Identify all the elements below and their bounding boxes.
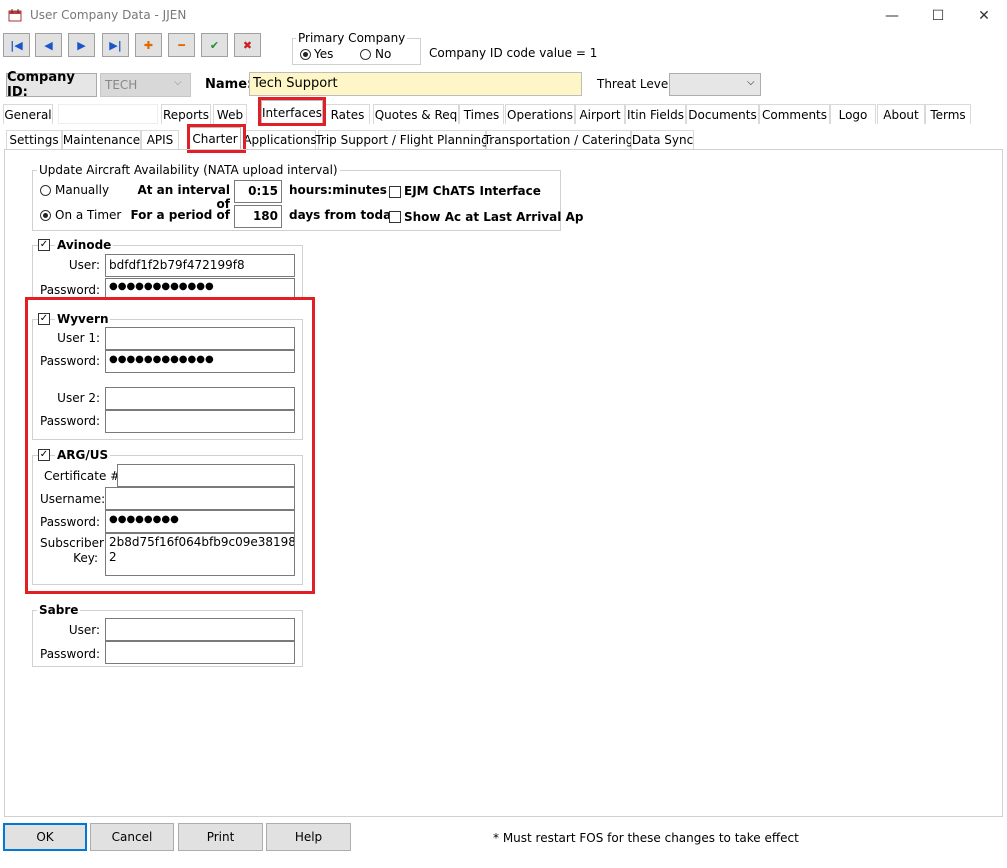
sabre-user-label: User: — [68, 623, 100, 637]
show-ac-checkbox[interactable] — [389, 211, 401, 223]
last-record-button[interactable]: ▶| — [102, 33, 129, 57]
sabre-password-label: Password: — [40, 647, 101, 661]
tab-logo[interactable]: Logo — [830, 104, 876, 124]
restart-note: * Must restart FOS for these changes to … — [493, 831, 799, 845]
company-id-select[interactable]: TECH ⌵ — [100, 73, 191, 97]
name-label: Name: — [205, 77, 253, 92]
subtab-maintenance[interactable]: Maintenance — [62, 130, 141, 149]
primary-yes-radio[interactable] — [300, 49, 311, 60]
tab-documents[interactable]: Documents — [686, 104, 759, 124]
tab-rates[interactable]: Rates — [325, 104, 370, 124]
show-ac-label: Show Ac at Last Arrival Ap — [404, 210, 584, 224]
tab-about[interactable]: About — [877, 104, 925, 124]
subtab-transportation[interactable]: Transportation / Catering — [484, 130, 633, 149]
delete-record-button[interactable]: ━ — [168, 33, 195, 57]
manually-radio[interactable] — [40, 185, 51, 196]
app-icon — [8, 8, 22, 22]
maximize-button[interactable]: ☐ — [915, 0, 961, 31]
cancel-button[interactable]: Cancel — [90, 823, 174, 851]
tab-comments[interactable]: Comments — [759, 104, 830, 124]
tab-operations[interactable]: Operations — [505, 104, 575, 124]
primary-no-label: No — [375, 47, 392, 61]
period-label: For a period of — [130, 208, 230, 222]
on-timer-radio[interactable] — [40, 210, 51, 221]
name-input[interactable]: Tech Support — [249, 72, 582, 96]
tab-terms[interactable]: Terms — [925, 104, 971, 124]
minimize-button[interactable]: — — [869, 0, 915, 31]
tab-times[interactable]: Times — [459, 104, 504, 124]
next-icon: ▶ — [77, 38, 86, 52]
last-icon: ▶| — [109, 38, 122, 52]
interval-unit: hours:minutes — [289, 183, 387, 197]
accept-button[interactable]: ✔ — [201, 33, 228, 57]
subtab-trip-support[interactable]: Trip Support / Flight Planning — [315, 130, 489, 149]
period-input[interactable]: 180 — [234, 205, 282, 228]
subtab-applications[interactable]: Applications — [243, 130, 317, 149]
avinode-title: Avinode — [55, 238, 114, 252]
previous-record-button[interactable]: ◀ — [35, 33, 62, 57]
manually-label: Manually — [55, 183, 110, 197]
avinode-checkbox[interactable]: ✓ — [38, 239, 50, 251]
highlight-wyvern-argus — [25, 297, 315, 594]
print-button[interactable]: Print — [178, 823, 263, 851]
help-button[interactable]: Help — [266, 823, 351, 851]
x-icon: ✖ — [242, 38, 253, 52]
tab-redacted[interactable] — [58, 104, 158, 124]
sabre-user-input[interactable] — [105, 618, 295, 641]
subtab-settings[interactable]: Settings — [6, 130, 62, 149]
on-timer-label: On a Timer — [55, 208, 122, 222]
interval-input[interactable]: 0:15 — [234, 180, 282, 203]
title-bar: User Company Data - JJEN — ☐ ✕ — [0, 0, 1007, 31]
plus-icon: ✚ — [143, 38, 154, 52]
close-window-button[interactable]: ✕ — [961, 0, 1007, 31]
primary-no-radio[interactable] — [360, 49, 371, 60]
ok-button[interactable]: OK — [3, 823, 87, 851]
interval-label: At an interval of — [137, 183, 230, 211]
company-id-label: Company ID: — [6, 70, 97, 100]
highlight-interfaces-tab — [258, 97, 326, 126]
tab-airport[interactable]: Airport — [575, 104, 625, 124]
first-icon: |◀ — [10, 38, 23, 52]
threat-level-select[interactable]: ⌵ — [669, 73, 761, 96]
avinode-user-input[interactable]: bdfdf1f2b79f472199f8 — [105, 254, 295, 277]
minus-icon: ━ — [178, 38, 185, 52]
sabre-password-input[interactable] — [105, 641, 295, 664]
sabre-title: Sabre — [37, 603, 81, 617]
tab-reports[interactable]: Reports — [161, 104, 211, 124]
next-record-button[interactable]: ▶ — [68, 33, 95, 57]
company-id-code-text: Company ID code value = 1 — [429, 46, 598, 60]
company-id-value: TECH — [105, 78, 138, 92]
availability-legend: Update Aircraft Availability (NATA uploa… — [37, 163, 340, 177]
primary-yes-label: Yes — [314, 47, 334, 61]
tab-itin-fields[interactable]: Itin Fields — [625, 104, 686, 124]
chevron-down-icon: ⌵ — [174, 77, 182, 88]
ejm-chats-checkbox[interactable] — [389, 186, 401, 198]
checkmark-icon: ✔ — [209, 38, 220, 52]
window-title: User Company Data - JJEN — [30, 8, 187, 22]
ejm-chats-label: EJM ChATS Interface — [404, 184, 541, 198]
threat-level-label: Threat Level: — [597, 77, 676, 91]
tab-general[interactable]: General — [3, 104, 53, 124]
avinode-user-label: User: — [68, 258, 100, 272]
subtab-data-sync[interactable]: Data Sync — [631, 130, 694, 149]
primary-company-legend: Primary Company — [296, 31, 408, 45]
cancel-edit-button[interactable]: ✖ — [234, 33, 261, 57]
add-record-button[interactable]: ✚ — [135, 33, 162, 57]
avinode-password-label: Password: — [40, 283, 101, 297]
tab-quotes-req[interactable]: Quotes & Req — [373, 104, 459, 124]
first-record-button[interactable]: |◀ — [3, 33, 30, 57]
subtab-apis[interactable]: APIS — [141, 130, 179, 149]
tab-web[interactable]: Web — [213, 104, 247, 124]
period-unit: days from today — [289, 208, 399, 222]
chevron-down-icon: ⌵ — [747, 77, 755, 88]
previous-icon: ◀ — [44, 38, 53, 52]
